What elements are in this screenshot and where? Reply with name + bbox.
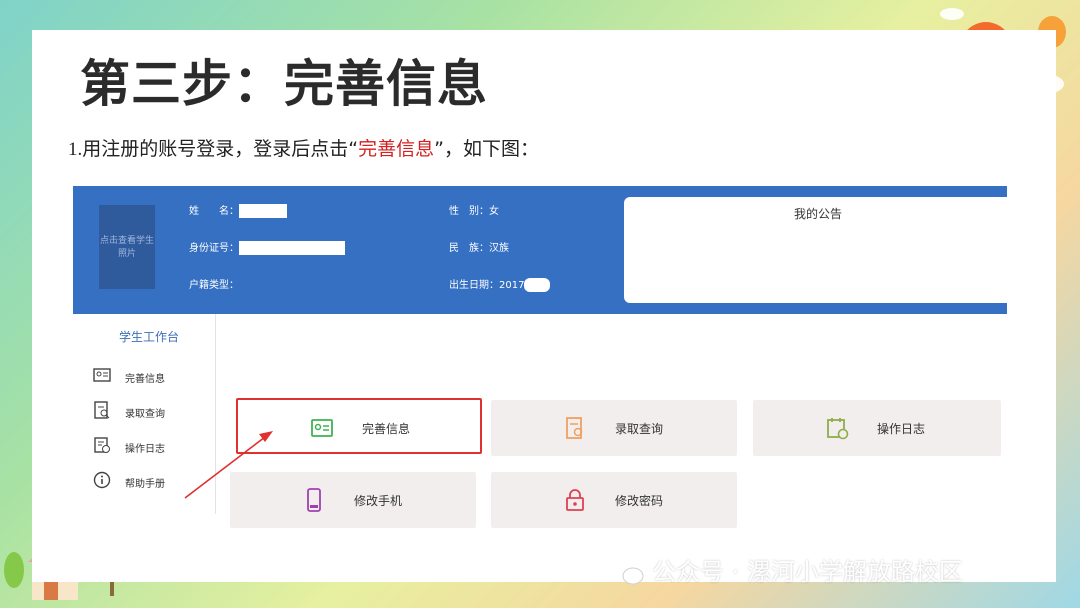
hukou-field: 户籍类型：	[189, 276, 239, 291]
sidebar-item-label: 操作日志	[125, 444, 165, 455]
info-icon	[93, 471, 111, 489]
birth-value: 2017	[499, 280, 525, 291]
student-photo[interactable]: 点击查看学生照片	[99, 205, 155, 289]
notice-title: 我的公告	[794, 207, 843, 221]
notice-panel: 我的公告	[624, 197, 1007, 303]
watermark-text: 公众号 · 漯河小学解放路校区	[652, 558, 963, 586]
wechat-icon	[613, 562, 644, 585]
tile-label: 完善信息	[362, 422, 411, 436]
id-field: 身份证号：	[189, 239, 345, 255]
student-info-header: 点击查看学生照片 姓 名： 身份证号： 户籍类型： 性 别：女 民 族：汉族 出…	[73, 186, 1007, 314]
instruction-before: 用注册的账号登录，登录后点击“	[82, 138, 359, 160]
hukou-label: 户籍类型：	[189, 280, 239, 291]
page-title: 第三步：完善信息	[80, 55, 488, 113]
gender-value: 女	[489, 206, 499, 217]
name-label: 姓 名：	[189, 206, 239, 217]
tile-change-password[interactable]: 修改密码	[491, 472, 737, 528]
sidebar-item-label: 完善信息	[125, 374, 165, 385]
tile-label: 修改密码	[615, 494, 664, 508]
tile-admission-query[interactable]: 录取查询	[491, 400, 737, 456]
ethnicity-label: 民 族：	[449, 243, 489, 254]
instruction-text: 1.用注册的账号登录，登录后点击“完善信息”，如下图：	[68, 134, 539, 161]
gender-label: 性 别：	[449, 206, 489, 217]
id-redacted	[239, 241, 345, 255]
gender-field: 性 别：女	[449, 202, 499, 217]
lock-icon	[566, 489, 584, 511]
tile-label: 操作日志	[877, 422, 926, 436]
name-field: 姓 名：	[189, 202, 287, 218]
step-number: 1.	[68, 139, 83, 160]
birth-field: 出生日期：2017	[449, 276, 551, 292]
sidebar-item-label: 录取查询	[125, 409, 165, 420]
calendar-log-icon	[827, 418, 849, 440]
birth-label: 出生日期：	[449, 280, 499, 291]
tile-label: 修改手机	[354, 494, 403, 508]
sidebar-heading: 学生工作台	[119, 330, 180, 344]
birth-redacted	[524, 278, 551, 292]
id-card-icon	[311, 419, 333, 437]
embedded-screenshot: 点击查看学生照片 姓 名： 身份证号： 户籍类型： 性 别：女 民 族：汉族 出…	[73, 186, 1007, 528]
slide-content: 第三步：完善信息 1.用注册的账号登录，登录后点击“完善信息”，如下图： 点击查…	[32, 30, 1056, 582]
document-search-icon	[566, 417, 583, 439]
ethnicity-value: 汉族	[489, 243, 509, 254]
tile-label: 录取查询	[615, 422, 664, 436]
name-redacted	[239, 204, 287, 218]
tile-operation-log[interactable]: 操作日志	[753, 400, 1001, 456]
instruction-after: ”，如下图：	[434, 138, 539, 160]
phone-icon	[307, 488, 321, 512]
sidebar-item-label: 帮助手册	[125, 479, 165, 490]
instruction-highlight: 完善信息	[358, 138, 435, 160]
document-search-icon	[94, 401, 110, 419]
id-label: 身份证号：	[189, 243, 239, 254]
log-icon	[94, 437, 110, 453]
pointer-arrow-annotation	[184, 431, 273, 499]
id-card-icon	[93, 368, 111, 382]
watermark: 公众号 · 漯河小学解放路校区	[612, 552, 963, 587]
ethnicity-field: 民 族：汉族	[449, 239, 509, 254]
